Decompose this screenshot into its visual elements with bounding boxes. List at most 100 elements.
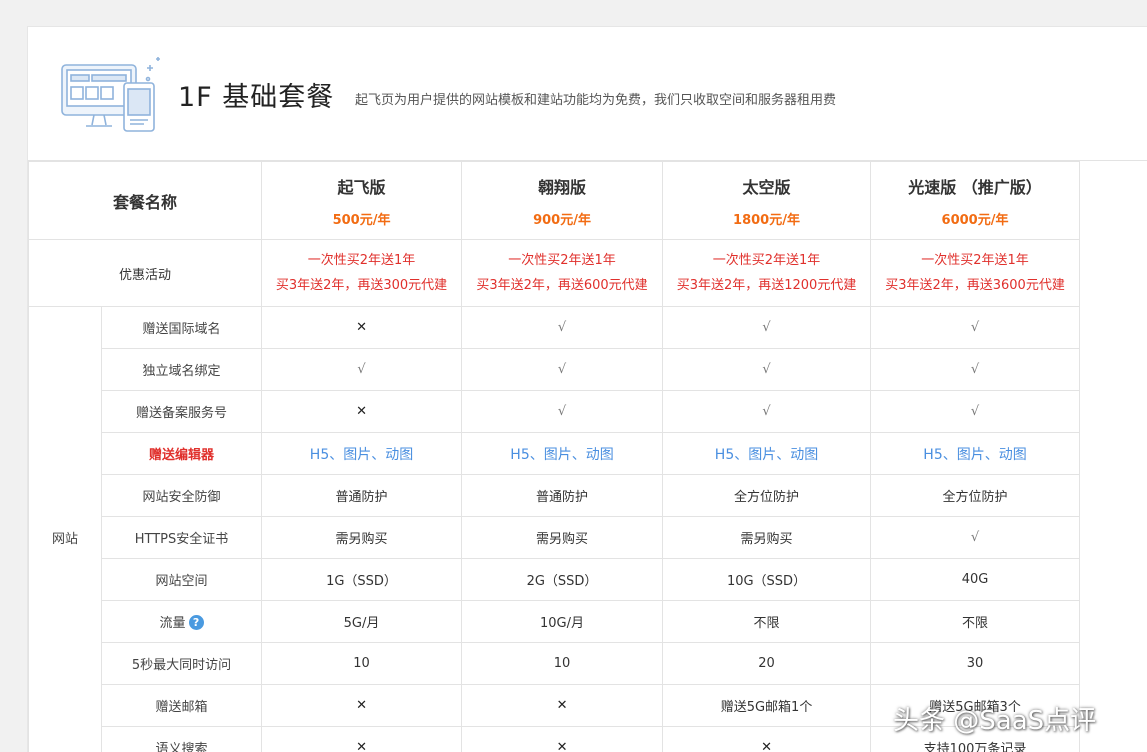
feature-value: 普通防护	[536, 490, 589, 505]
feature-value-cell: √	[870, 348, 1081, 391]
feature-value-cell: √	[461, 390, 664, 433]
feature-label: 流量	[159, 616, 186, 631]
feature-value: 需另购买	[335, 532, 388, 547]
watermark: 头条 @SaaS点评	[893, 706, 1097, 736]
check-icon: √	[557, 320, 567, 335]
feature-value: 20	[758, 656, 775, 671]
editor-features-link[interactable]: H5、图片、动图	[923, 447, 1026, 463]
feature-value: 10G/月	[540, 616, 585, 631]
cross-icon: ✕	[556, 740, 568, 752]
feature-value-cell: √	[461, 306, 664, 349]
feature-label: 5秒最大同时访问	[131, 658, 232, 673]
feature-value: 10	[353, 656, 370, 671]
plan-name: 起飞版	[337, 177, 386, 197]
feature-value-cell: 需另购买	[461, 516, 664, 559]
feature-value-cell: 5G/月	[261, 600, 463, 643]
feature-label: 网站安全防御	[142, 490, 221, 505]
promo-line: 买3年送2年，再送3600元代建	[885, 278, 1065, 293]
feature-value-cell: 10G/月	[461, 600, 664, 643]
promo-label-cell: 优惠活动	[27, 239, 263, 307]
feature-value-cell: √	[870, 306, 1081, 349]
table-row: 赠送备案服务号 ✕ √ √ √	[29, 390, 1081, 433]
feature-value-cell: ✕	[261, 726, 463, 752]
feature-value-cell: H5、图片、动图	[870, 432, 1081, 475]
cross-icon: ✕	[356, 740, 367, 752]
feature-value-cell: √	[870, 390, 1081, 433]
promo-line: 一次性买2年送1年	[508, 253, 616, 268]
feature-label: 网站空间	[155, 574, 208, 589]
feature-value: 30	[966, 656, 984, 671]
feature-value-cell: H5、图片、动图	[662, 432, 872, 475]
promo-line: 一次性买2年送1年	[712, 253, 821, 268]
feature-label-cell: 5秒最大同时访问	[100, 642, 263, 685]
feature-value: 不限	[753, 616, 780, 631]
plan-name: 光速版 （推广版）	[908, 177, 1042, 197]
cross-icon: ✕	[556, 698, 568, 713]
check-icon: √	[970, 530, 980, 545]
cross-icon: ✕	[761, 740, 772, 752]
check-icon: √	[357, 362, 366, 377]
feature-label: 赠送邮箱	[155, 700, 208, 715]
feature-value: 2G（SSD）	[526, 574, 598, 589]
feature-value: 赠送5G邮箱1个	[720, 700, 813, 715]
promo-cell: 一次性买2年送1年买3年送2年，再送3600元代建	[870, 239, 1081, 307]
cross-icon: ✕	[356, 698, 367, 713]
feature-label-cell: HTTPS安全证书	[100, 516, 263, 559]
group-label: 网站	[51, 532, 78, 547]
table-row: 5秒最大同时访问 10 10 20 30	[29, 642, 1081, 685]
feature-label: 赠送国际域名	[142, 322, 221, 337]
feature-label-cell: 网站空间	[100, 558, 263, 601]
check-icon: √	[970, 362, 980, 377]
table-row: 流量? 5G/月 10G/月 不限 不限	[29, 600, 1081, 643]
feature-value-cell: √	[261, 348, 463, 391]
promo-line: 买3年送2年，再送1200元代建	[676, 278, 857, 293]
check-icon: √	[970, 404, 980, 419]
feature-value-cell: 不限	[870, 600, 1081, 643]
editor-features-link[interactable]: H5、图片、动图	[715, 447, 818, 463]
feature-value-cell: √	[662, 390, 872, 433]
feature-value: 5G/月	[343, 616, 380, 631]
promo-cell: 一次性买2年送1年买3年送2年，再送600元代建	[461, 239, 664, 307]
feature-value: 10G（SSD）	[726, 574, 807, 589]
plan-header-cell: 起飞版 500元/年	[261, 161, 463, 240]
plan-name: 太空版	[742, 177, 791, 197]
feature-value-cell: 不限	[662, 600, 872, 643]
editor-features-link[interactable]: H5、图片、动图	[510, 447, 613, 463]
feature-label-cell: 赠送国际域名	[100, 306, 263, 349]
feature-value-cell: 10	[261, 642, 463, 685]
promo-line: 一次性买2年送1年	[921, 253, 1029, 268]
promo-cell: 一次性买2年送1年买3年送2年，再送1200元代建	[662, 239, 872, 307]
plan-price: 6000元/年	[941, 212, 1009, 228]
table-header-row: 套餐名称 起飞版 500元/年 翱翔版 900元/年 太空版 1800元/年 光速版 …	[27, 161, 1081, 240]
feature-value-cell: √	[870, 516, 1081, 559]
feature-value-cell: 需另购买	[662, 516, 872, 559]
feature-value-cell: 普通防护	[261, 474, 463, 517]
pricing-panel: 1F 基础套餐 起飞页为用户提供的网站模板和建站功能均为免费，我们只收取空间和服…	[27, 26, 1147, 752]
feature-value-cell: H5、图片、动图	[261, 432, 463, 475]
feature-value-cell: 10G（SSD）	[662, 558, 872, 601]
cross-icon: ✕	[356, 320, 367, 335]
plan-price: 1800元/年	[733, 212, 800, 228]
feature-value-cell: 20	[662, 642, 872, 685]
editor-features-link[interactable]: H5、图片、动图	[310, 447, 413, 463]
page-title: 1F 基础套餐	[178, 82, 335, 113]
feature-value: 全方位防护	[734, 490, 800, 505]
help-icon[interactable]: ?	[188, 615, 204, 630]
promo-line: 买3年送2年，再送600元代建	[476, 278, 648, 293]
feature-value-cell: √	[461, 348, 664, 391]
feature-label-cell: 赠送邮箱	[100, 684, 263, 727]
feature-value: 需另购买	[740, 532, 793, 547]
check-icon: √	[557, 362, 567, 377]
table-row: 网站安全防御 普通防护 普通防护 全方位防护 全方位防护	[29, 474, 1081, 517]
page-description: 起飞页为用户提供的网站模板和建站功能均为免费，我们只收取空间和服务器租用费	[355, 93, 837, 108]
feature-value-cell: ✕	[261, 390, 463, 433]
feature-value-cell: ✕	[662, 726, 872, 752]
plan-header-cell: 翱翔版 900元/年	[461, 161, 664, 240]
feature-label-cell: 独立域名绑定	[100, 348, 263, 391]
promo-cell: 一次性买2年送1年 买3年送2年，再送300元代建	[261, 239, 463, 307]
promo-line: 买3年送2年，再送300元代建	[275, 278, 448, 293]
feature-value: 支持100万条记录	[923, 742, 1027, 752]
feature-label-cell: 流量?	[100, 600, 263, 643]
feature-value-cell: 普通防护	[461, 474, 664, 517]
feature-value-cell: 1G（SSD）	[261, 558, 463, 601]
